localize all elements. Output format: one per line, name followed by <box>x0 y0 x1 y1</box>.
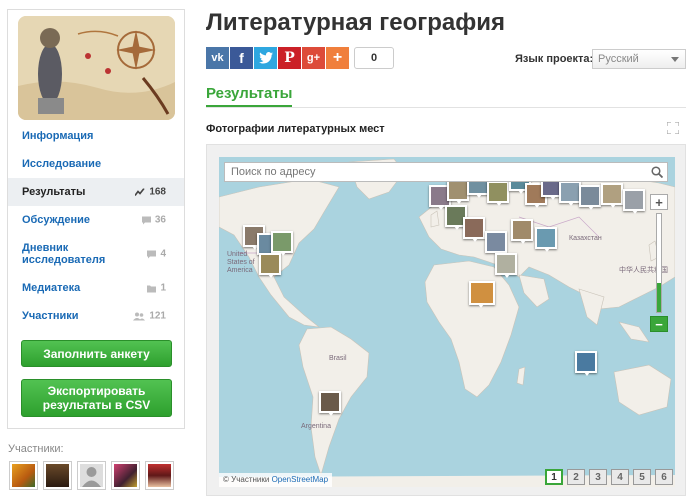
map-panel: United States of America Brasil Argentin… <box>206 144 686 496</box>
avatar[interactable] <box>111 461 140 490</box>
sidebar: Информация Исследование Результаты 168 О… <box>7 9 185 429</box>
photo-marker[interactable] <box>319 391 341 416</box>
map-label-kazakhstan: Казахстан <box>569 235 602 242</box>
zoom-slider-fill <box>657 282 661 312</box>
photo-marker[interactable] <box>511 219 533 244</box>
pinterest-share-icon[interactable]: P <box>278 47 301 69</box>
address-search-placeholder: Поиск по адресу <box>231 166 316 178</box>
sidebar-item-label: Обсуждение <box>22 214 90 226</box>
page-button[interactable]: 3 <box>589 469 607 485</box>
sidebar-item-label: Результаты <box>22 186 86 198</box>
map-attribution: © Участники OpenStreetMap <box>219 473 333 487</box>
photo-marker[interactable] <box>463 217 485 242</box>
sidebar-item-discussion[interactable]: Обсуждение 36 <box>8 206 184 234</box>
world-map[interactable]: United States of America Brasil Argentin… <box>219 157 675 487</box>
comment-icon <box>147 250 157 258</box>
map-label-brasil: Brasil <box>329 355 347 362</box>
avatar[interactable] <box>145 461 174 490</box>
diary-count: 4 <box>160 248 166 260</box>
media-count: 1 <box>160 282 166 294</box>
photo-marker[interactable] <box>623 189 645 214</box>
divider <box>206 107 686 108</box>
zoom-slider[interactable] <box>656 213 662 313</box>
page-button[interactable]: 4 <box>611 469 629 485</box>
photo-marker[interactable] <box>469 281 495 308</box>
fill-form-button[interactable]: Заполнить анкету <box>21 340 172 367</box>
avatar[interactable] <box>77 461 106 490</box>
language-select-value: Русский <box>598 53 639 65</box>
sidebar-item-info[interactable]: Информация <box>8 122 184 150</box>
photo-marker[interactable] <box>271 231 293 256</box>
photo-marker[interactable] <box>485 231 507 256</box>
tab-results[interactable]: Результаты <box>206 85 293 108</box>
avatar[interactable] <box>43 461 72 490</box>
photo-marker[interactable] <box>259 253 281 278</box>
photo-marker[interactable] <box>487 181 509 206</box>
share-count: 0 <box>354 47 394 69</box>
users-icon <box>133 312 146 320</box>
search-icon[interactable] <box>651 166 663 178</box>
comment-icon <box>141 216 151 224</box>
chevron-down-icon <box>671 57 679 62</box>
page-button[interactable]: 5 <box>633 469 651 485</box>
googleplus-share-icon[interactable]: g+ <box>302 47 325 69</box>
discussion-count: 36 <box>154 214 166 226</box>
sidebar-item-results[interactable]: Результаты 168 <box>8 178 184 206</box>
page-button[interactable]: 1 <box>545 469 563 485</box>
photo-marker[interactable] <box>535 227 557 252</box>
sidebar-item-label: Участники <box>22 310 79 322</box>
folder-icon <box>147 285 157 292</box>
participants-label: Участники: <box>8 443 64 455</box>
page-title: Литературная география <box>206 9 506 36</box>
map-label-argentina: Argentina <box>301 423 331 430</box>
photo-marker[interactable] <box>579 185 601 210</box>
sidebar-item-label: Исследование <box>22 158 102 170</box>
vk-share-icon[interactable]: vk <box>206 47 229 69</box>
page-button[interactable]: 6 <box>655 469 673 485</box>
sidebar-item-label: Дневник исследователя <box>22 242 106 266</box>
photo-marker[interactable] <box>447 179 469 204</box>
participants-avatars <box>9 461 174 490</box>
sidebar-item-media[interactable]: Медиатека 1 <box>8 274 184 302</box>
twitter-share-icon[interactable] <box>254 47 277 69</box>
fullscreen-icon[interactable] <box>667 122 679 134</box>
sidebar-item-participants[interactable]: Участники 121 <box>8 302 184 330</box>
more-share-icon[interactable]: + <box>326 47 349 69</box>
facebook-share-icon[interactable]: f <box>230 47 253 69</box>
page-button[interactable]: 2 <box>567 469 585 485</box>
sidebar-item-diary[interactable]: Дневник исследователя 4 <box>8 234 184 274</box>
results-count: 168 <box>149 186 166 198</box>
sidebar-item-research[interactable]: Исследование <box>8 150 184 178</box>
zoom-control: + − <box>650 194 668 337</box>
openstreetmap-link[interactable]: OpenStreetMap <box>272 475 328 484</box>
sidebar-item-label: Медиатека <box>22 282 81 294</box>
language-label: Язык проекта: <box>515 53 594 65</box>
export-csv-button[interactable]: Экспортировать результаты в CSV <box>21 379 172 417</box>
language-select[interactable]: Русский <box>592 49 686 69</box>
sidebar-item-label: Информация <box>22 130 94 142</box>
map-pager: 1 2 3 4 5 6 <box>545 469 673 485</box>
sidebar-nav: Информация Исследование Результаты 168 О… <box>8 122 184 330</box>
section-title: Фотографии литературных мест <box>206 123 385 135</box>
chart-icon <box>135 188 145 196</box>
share-bar: vk f P g+ + 0 <box>206 47 394 69</box>
project-cover-image <box>18 16 175 120</box>
address-search-input[interactable]: Поиск по адресу <box>224 162 668 182</box>
avatar[interactable] <box>9 461 38 490</box>
zoom-in-button[interactable]: + <box>650 194 668 210</box>
photo-marker[interactable] <box>495 253 517 278</box>
participants-count: 121 <box>149 310 166 322</box>
zoom-out-button[interactable]: − <box>650 316 668 332</box>
photo-marker[interactable] <box>601 183 623 208</box>
photo-marker[interactable] <box>575 351 597 376</box>
photo-marker[interactable] <box>559 181 581 206</box>
